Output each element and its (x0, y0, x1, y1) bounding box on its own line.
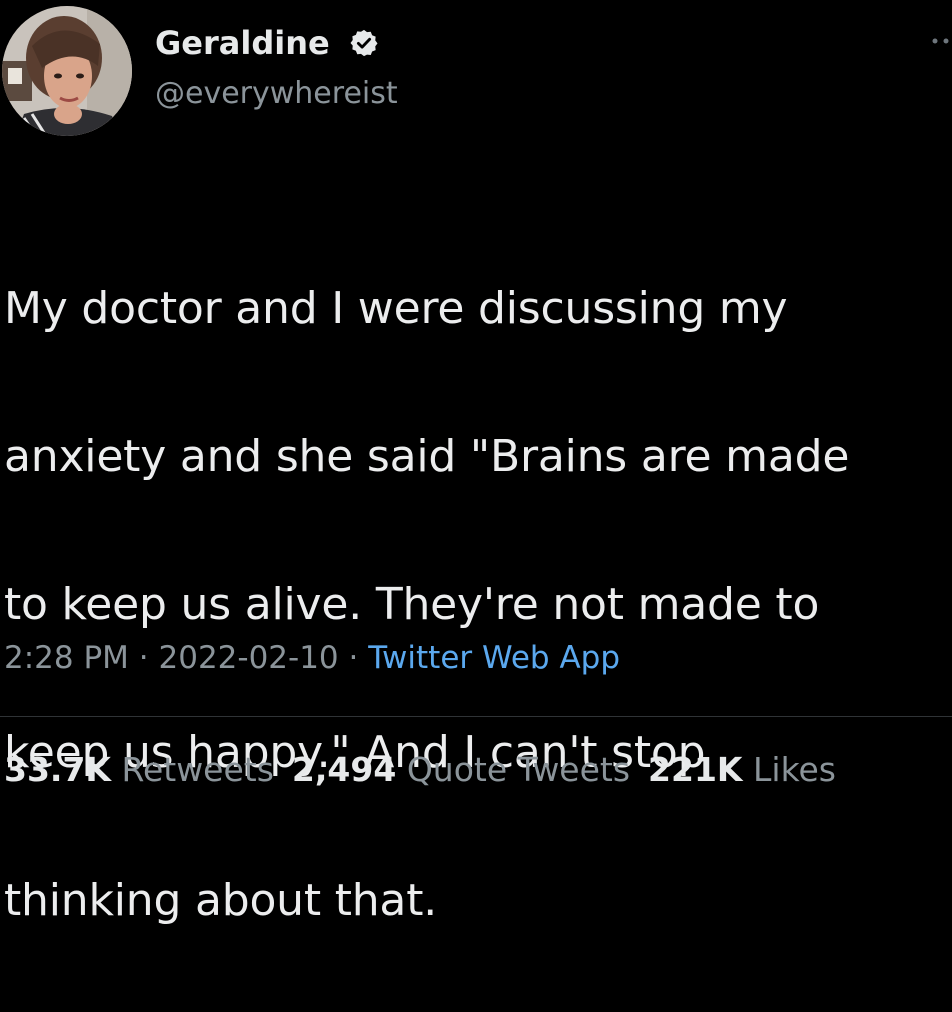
tweet-time[interactable]: 2:28 PM (4, 640, 129, 676)
retweets-count: 33.7K (4, 750, 111, 789)
quote-tweets-label: Quote Tweets (406, 750, 631, 789)
tweet-text-line: anxiety and she said "Brains are made (4, 431, 850, 482)
likes-label: Likes (753, 750, 836, 789)
more-options-icon[interactable] (930, 36, 952, 46)
quote-tweets-stat[interactable]: 2,494 Quote Tweets (292, 750, 630, 789)
tweet-text-line: My doctor and I were discussing my (4, 283, 788, 334)
author-handle[interactable]: @everywhereist (155, 76, 398, 111)
tweet-stats: 33.7K Retweets 2,494 Quote Tweets 221K Lik… (4, 750, 854, 789)
tweet-text-line: thinking about that. (4, 875, 438, 926)
avatar[interactable] (2, 6, 132, 136)
author-display-name[interactable]: Geraldine (155, 24, 379, 62)
retweets-stat[interactable]: 33.7K Retweets (4, 750, 274, 789)
tweet-text-line: to keep us alive. They're not made to (4, 579, 820, 630)
tweet-card: Geraldine @everywhereist My doctor and I… (0, 0, 952, 926)
author-name-text: Geraldine (155, 24, 330, 62)
tweet-text: My doctor and I were discussing my anxie… (4, 198, 948, 1012)
avatar-image (2, 6, 132, 136)
retweets-label: Retweets (121, 750, 274, 789)
tweet-date[interactable]: 2022-02-10 (159, 640, 339, 676)
meta-separator: · (348, 640, 359, 676)
tweet-metadata: 2:28 PM · 2022-02-10 · Twitter Web App (4, 640, 620, 676)
quote-tweets-count: 2,494 (291, 750, 397, 789)
tweet-source-link[interactable]: Twitter Web App (368, 640, 620, 676)
likes-stat[interactable]: 221K Likes (648, 750, 836, 789)
verified-badge-icon (350, 29, 378, 57)
divider (0, 716, 952, 717)
meta-separator: · (138, 640, 149, 676)
likes-count: 221K (648, 750, 743, 789)
